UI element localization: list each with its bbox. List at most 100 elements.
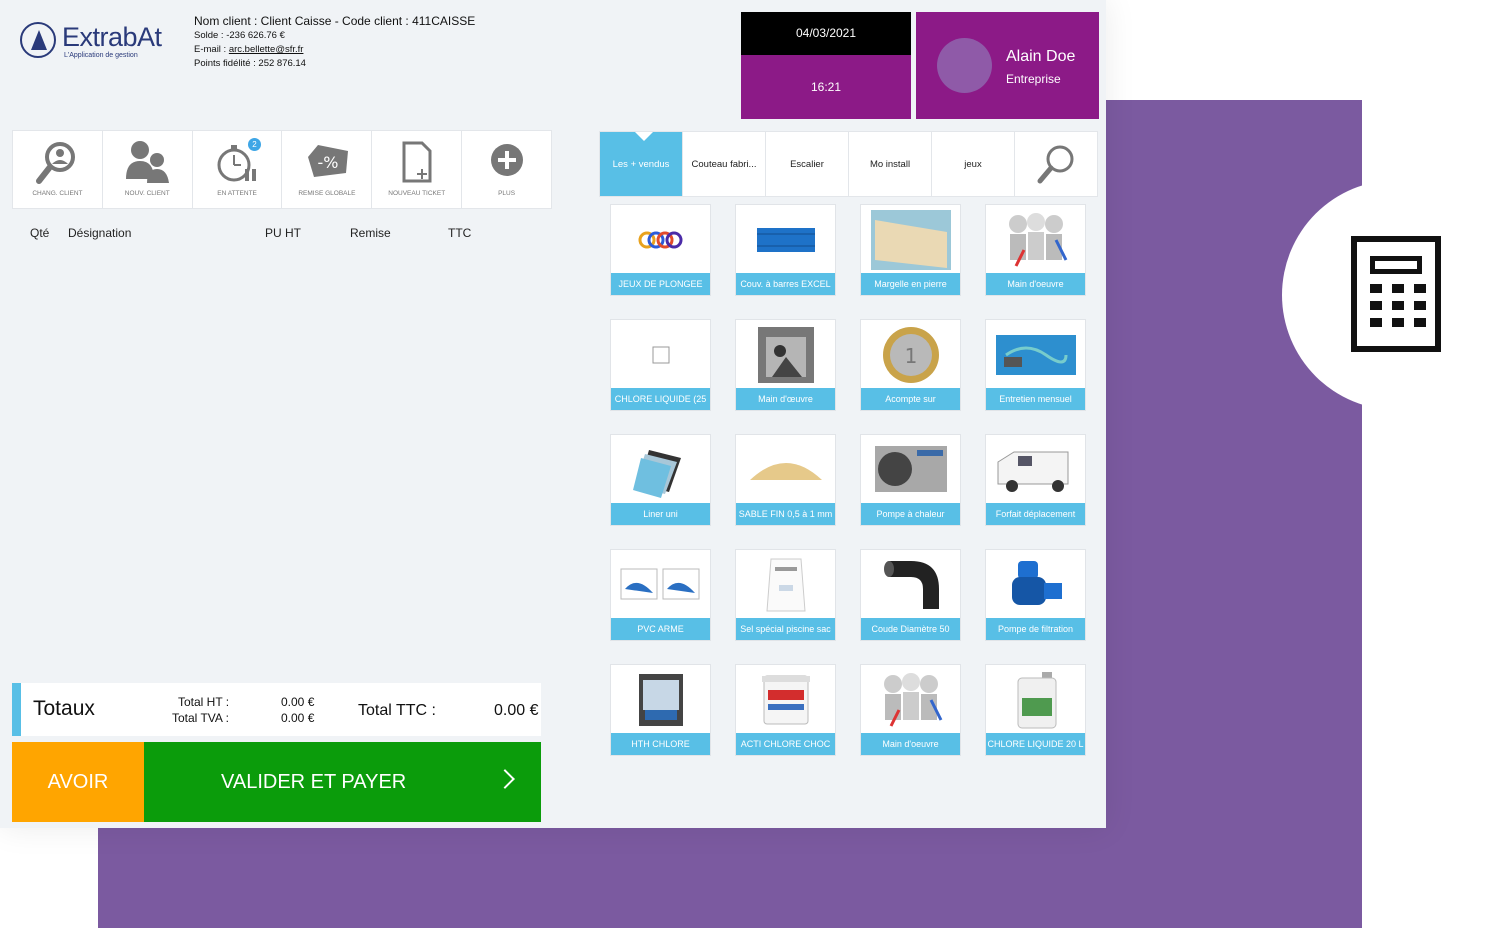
product-tile[interactable]: Main d'œuvre bbox=[735, 319, 836, 411]
product-tile[interactable]: Liner uni bbox=[610, 434, 711, 526]
product-label: ACTI CHLORE CHOC bbox=[736, 733, 835, 755]
user-role: Entreprise bbox=[1006, 72, 1061, 86]
app-logo: ExtrabAt L'Application de gestion bbox=[20, 22, 170, 66]
tab-jeux[interactable]: jeux bbox=[932, 132, 1015, 196]
email-link[interactable]: arc.bellette@sfr.fr bbox=[229, 44, 304, 55]
tab-best-sellers[interactable]: Les + vendus bbox=[600, 132, 683, 196]
product-label: Coude Diamètre 50 bbox=[861, 618, 960, 640]
client-email: E-mail : arc.bellette@sfr.fr bbox=[194, 44, 304, 55]
svg-text:1: 1 bbox=[904, 344, 917, 368]
calculator-icon[interactable] bbox=[1351, 236, 1441, 352]
product-label: Acompte sur bbox=[861, 388, 960, 410]
action-toolbar: CHANG. CLIENT NOUV. CLIENT EN ATTENTE -% bbox=[12, 130, 552, 209]
percent-tag-icon: -% bbox=[307, 145, 348, 177]
validate-pay-button[interactable]: VALIDER ET PAYER bbox=[144, 742, 541, 822]
product-label: Main d'oeuvre bbox=[986, 273, 1085, 295]
liner-swatches-icon bbox=[611, 435, 710, 505]
avatar bbox=[937, 38, 992, 93]
salt-bag-icon bbox=[736, 550, 835, 620]
pool-cleaning-icon bbox=[986, 320, 1085, 390]
tab-escalier[interactable]: Escalier bbox=[766, 132, 849, 196]
product-tile[interactable]: Pompe à chaleur bbox=[860, 434, 961, 526]
change-client-button[interactable]: CHANG. CLIENT bbox=[13, 131, 103, 208]
total-tva-value: 0.00 € bbox=[281, 711, 315, 725]
product-tile[interactable]: 1 Acompte sur bbox=[860, 319, 961, 411]
pos-window: ExtrabAt L'Application de gestion Nom cl… bbox=[0, 0, 1106, 828]
product-tile[interactable]: Margelle en pierre bbox=[860, 204, 961, 296]
product-tile[interactable]: Main d'oeuvre bbox=[985, 204, 1086, 296]
workers-icon bbox=[986, 205, 1085, 275]
product-tile[interactable]: SABLE FIN 0,5 à 1 mm bbox=[735, 434, 836, 526]
product-tile[interactable]: Couv. à barres EXCEL bbox=[735, 204, 836, 296]
product-tile[interactable]: Pompe de filtration bbox=[985, 549, 1086, 641]
product-label: Liner uni bbox=[611, 503, 710, 525]
rings-icon bbox=[611, 205, 710, 275]
pool-cover-icon bbox=[736, 205, 835, 275]
workers-icon bbox=[861, 665, 960, 735]
chevron-right-icon bbox=[495, 769, 515, 789]
product-label: CHLORE LIQUIDE (25 bbox=[611, 388, 710, 410]
product-label: Main d'oeuvre bbox=[861, 733, 960, 755]
total-ttc-label: Total TTC : bbox=[358, 702, 436, 719]
pipe-elbow-icon bbox=[861, 550, 960, 620]
on-hold-button[interactable]: EN ATTENTE bbox=[193, 131, 283, 208]
coin-icon: 1 bbox=[861, 320, 960, 390]
totals-accent-bar bbox=[12, 683, 21, 736]
logo-tagline: L'Application de gestion bbox=[64, 52, 138, 59]
placeholder-icon bbox=[611, 320, 710, 390]
column-designation: Désignation bbox=[68, 226, 132, 240]
current-date: 04/03/2021 bbox=[741, 12, 911, 55]
product-label: PVC ARME bbox=[611, 618, 710, 640]
total-ht-label: Total HT : bbox=[178, 695, 230, 709]
product-label: SABLE FIN 0,5 à 1 mm bbox=[736, 503, 835, 525]
product-tile[interactable]: Entretien mensuel bbox=[985, 319, 1086, 411]
logo-mark-icon bbox=[20, 22, 56, 58]
total-ttc-value: 0.00 € bbox=[494, 702, 539, 719]
product-label: Forfait déplacement bbox=[986, 503, 1085, 525]
product-tile[interactable]: PVC ARME bbox=[610, 549, 711, 641]
more-button[interactable]: PLUS bbox=[462, 131, 551, 208]
product-tile[interactable]: JEUX DE PLONGEE bbox=[610, 204, 711, 296]
worker-photo-icon bbox=[736, 320, 835, 390]
column-unit-price: PU HT bbox=[265, 226, 301, 240]
validate-pay-label: VALIDER ET PAYER bbox=[221, 771, 407, 793]
credit-note-button[interactable]: AVOIR bbox=[12, 742, 144, 822]
client-name-code: Nom client : Client Caisse - Code client… bbox=[194, 14, 476, 28]
totals-panel: Totaux Total HT : Total TVA : 0.00 € 0.0… bbox=[12, 683, 541, 736]
product-tile[interactable]: Sel spécial piscine sac bbox=[735, 549, 836, 641]
column-discount: Remise bbox=[350, 226, 391, 240]
new-client-button[interactable]: NOUV. CLIENT bbox=[103, 131, 193, 208]
waiting-count-badge: 2 bbox=[248, 138, 261, 151]
product-label: HTH CHLORE bbox=[611, 733, 710, 755]
product-tile[interactable]: Coude Diamètre 50 bbox=[860, 549, 961, 641]
product-label: Pompe de filtration bbox=[986, 618, 1085, 640]
category-search-button[interactable] bbox=[1015, 132, 1097, 196]
product-tile[interactable]: Main d'oeuvre bbox=[860, 664, 961, 756]
tab-mo-install[interactable]: Mo install bbox=[849, 132, 932, 196]
tab-couteau[interactable]: Couteau fabri... bbox=[683, 132, 766, 196]
total-tva-label: Total TVA : bbox=[172, 711, 229, 725]
pvc-roll-icon bbox=[611, 550, 710, 620]
column-qty: Qté bbox=[30, 226, 50, 240]
product-label: Couv. à barres EXCEL bbox=[736, 273, 835, 295]
category-tabs: Les + vendus Couteau fabri... Escalier M… bbox=[599, 131, 1098, 197]
filter-pump-icon bbox=[986, 550, 1085, 620]
product-tile[interactable]: CHLORE LIQUIDE 20 L bbox=[985, 664, 1086, 756]
global-discount-button[interactable]: -% REMISE GLOBALE bbox=[282, 131, 373, 208]
column-total-ttc: TTC bbox=[448, 226, 472, 240]
product-tile[interactable]: ACTI CHLORE CHOC bbox=[735, 664, 836, 756]
product-tile[interactable]: CHLORE LIQUIDE (25 bbox=[610, 319, 711, 411]
product-label: JEUX DE PLONGEE bbox=[611, 273, 710, 295]
new-ticket-button[interactable]: NOUVEAU TICKET bbox=[372, 131, 463, 208]
heat-pump-icon bbox=[861, 435, 960, 505]
product-tile[interactable]: Forfait déplacement bbox=[985, 434, 1086, 526]
client-info: Nom client : Client Caisse - Code client… bbox=[194, 13, 475, 71]
new-document-icon bbox=[402, 141, 432, 183]
chlorine-bucket-icon bbox=[611, 665, 710, 735]
product-tile[interactable]: HTH CHLORE bbox=[610, 664, 711, 756]
points-value: 252 876.14 bbox=[258, 58, 306, 69]
product-grid: JEUX DE PLONGEE Couv. à barres EXCEL Marge… bbox=[610, 204, 1087, 756]
user-panel[interactable]: Alain Doe Entreprise bbox=[916, 12, 1099, 119]
logo-name: ExtrabAt bbox=[62, 22, 162, 52]
user-name: Alain Doe bbox=[1006, 48, 1076, 65]
